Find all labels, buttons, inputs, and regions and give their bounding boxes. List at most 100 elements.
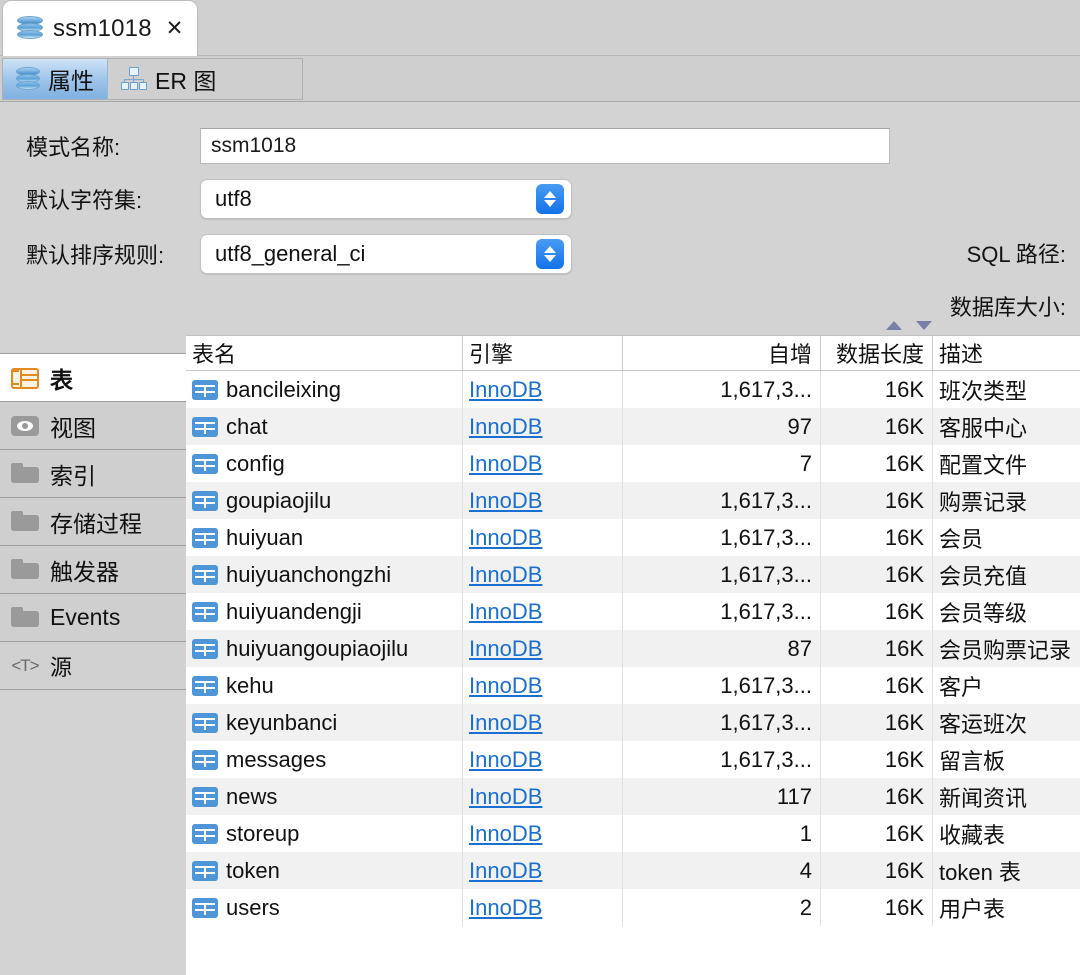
cell-engine: InnoDB	[462, 519, 622, 556]
table-row[interactable]: storeup InnoDB 1 16K 收藏表	[186, 815, 1080, 852]
sidebar-item-label: 源	[50, 654, 73, 680]
engine-link[interactable]: InnoDB	[469, 599, 542, 625]
cell-description: 留言板	[932, 741, 1080, 778]
cell-auto-increment: 1,617,3...	[622, 741, 820, 778]
cell-auto-increment: 117	[622, 778, 820, 815]
engine-link[interactable]: InnoDB	[469, 821, 542, 847]
sidebar-item-1[interactable]: 视图	[0, 402, 186, 450]
cell-engine: InnoDB	[462, 667, 622, 704]
cell-data-length: 16K	[820, 408, 932, 445]
app-window: ssm1018 ✕ 属性 ER 图 模式名称: ssm1018 默认字符集: u…	[0, 0, 1080, 975]
sidebar-item-0[interactable]: 表	[0, 354, 186, 402]
default-charset-value: utf8	[215, 186, 252, 211]
tab-er-diagram[interactable]: ER 图	[108, 59, 302, 99]
cell-description: 会员	[932, 519, 1080, 556]
table-icon	[192, 638, 218, 659]
cell-engine: InnoDB	[462, 815, 622, 852]
cell-engine: InnoDB	[462, 704, 622, 741]
engine-link[interactable]: InnoDB	[469, 562, 542, 588]
table-row[interactable]: bancileixing InnoDB 1,617,3... 16K 班次类型	[186, 371, 1080, 408]
table-row[interactable]: news InnoDB 117 16K 新闻资讯	[186, 778, 1080, 815]
cell-table-name: news	[186, 778, 462, 815]
column-header-auto-increment[interactable]: 自增	[622, 335, 820, 371]
cell-data-length: 16K	[820, 371, 932, 408]
document-tab-bar: ssm1018 ✕	[0, 0, 1080, 56]
table-name-text: config	[226, 450, 285, 476]
cell-auto-increment: 1,617,3...	[622, 371, 820, 408]
column-header-description[interactable]: 描述	[932, 335, 1080, 371]
default-collation-select[interactable]: utf8_general_ci	[200, 234, 572, 274]
tables-panel: 表名 引擎 自增 数据长度 描述 bancileixing InnoDB 1,617…	[186, 318, 1080, 975]
column-header-engine[interactable]: 引擎	[462, 335, 622, 371]
table-header-row: 表名 引擎 自增 数据长度 描述	[186, 335, 1080, 371]
engine-link[interactable]: InnoDB	[469, 747, 542, 773]
table-row[interactable]: config InnoDB 7 16K 配置文件	[186, 445, 1080, 482]
cell-table-name: users	[186, 889, 462, 926]
cell-data-length: 16K	[820, 593, 932, 630]
engine-link[interactable]: InnoDB	[469, 636, 542, 662]
engine-link[interactable]: InnoDB	[469, 525, 542, 551]
sidebar-item-3[interactable]: 存储过程	[0, 498, 186, 546]
engine-link[interactable]: InnoDB	[469, 414, 542, 440]
cell-engine: InnoDB	[462, 630, 622, 667]
engine-link[interactable]: InnoDB	[469, 488, 542, 514]
column-header-name[interactable]: 表名	[186, 336, 462, 371]
engine-link[interactable]: InnoDB	[469, 673, 542, 699]
table-row-filler	[186, 963, 1080, 975]
table-icon	[192, 527, 218, 548]
table-icon	[192, 601, 218, 622]
table-row[interactable]: huiyuandengji InnoDB 1,617,3... 16K 会员等级	[186, 593, 1080, 630]
table-row[interactable]: huiyuanchongzhi InnoDB 1,617,3... 16K 会员充值	[186, 556, 1080, 593]
table-row[interactable]: huiyuan InnoDB 1,617,3... 16K 会员	[186, 519, 1080, 556]
sort-descending-icon[interactable]	[916, 321, 932, 330]
cell-auto-increment: 97	[622, 408, 820, 445]
sidebar-item-6[interactable]: <T> 源	[0, 642, 186, 690]
table-row[interactable]: huiyuangoupiaojilu InnoDB 87 16K 会员购票记录	[186, 630, 1080, 667]
close-icon[interactable]: ✕	[166, 18, 184, 39]
table-row[interactable]: chat InnoDB 97 16K 客服中心	[186, 408, 1080, 445]
cell-table-name: huiyuandengji	[186, 593, 462, 630]
cell-engine: InnoDB	[462, 778, 622, 815]
table-row[interactable]: users InnoDB 2 16K 用户表	[186, 889, 1080, 926]
table-row[interactable]: token InnoDB 4 16K token 表	[186, 852, 1080, 889]
engine-link[interactable]: InnoDB	[469, 377, 542, 403]
engine-link[interactable]: InnoDB	[469, 784, 542, 810]
cell-data-length: 16K	[820, 852, 932, 889]
cell-table-name: huiyuan	[186, 519, 462, 556]
schema-name-input[interactable]: ssm1018	[200, 128, 890, 164]
table-row[interactable]: keyunbanci InnoDB 1,617,3... 16K 客运班次	[186, 704, 1080, 741]
sidebar-item-label: 视图	[50, 414, 96, 441]
engine-link[interactable]: InnoDB	[469, 858, 542, 884]
table-row[interactable]: messages InnoDB 1,617,3... 16K 留言板	[186, 741, 1080, 778]
cell-engine: InnoDB	[462, 445, 622, 482]
cell-engine: InnoDB	[462, 556, 622, 593]
tab-properties-label: 属性	[48, 68, 94, 94]
database-icon	[17, 15, 43, 42]
table-icon	[192, 453, 218, 474]
sidebar-item-4[interactable]: 触发器	[0, 546, 186, 594]
cell-description: 客户	[932, 667, 1080, 704]
sort-strip	[186, 318, 1080, 336]
engine-link[interactable]: InnoDB	[469, 895, 542, 921]
sort-ascending-icon[interactable]	[886, 321, 902, 330]
cell-description: 配置文件	[932, 445, 1080, 482]
form-row-schema-name: 模式名称: ssm1018	[0, 124, 1080, 168]
engine-link[interactable]: InnoDB	[469, 710, 542, 736]
cell-description: 收藏表	[932, 815, 1080, 852]
sidebar-item-2[interactable]: 索引	[0, 450, 186, 498]
cell-description: 客服中心	[932, 408, 1080, 445]
table-row[interactable]: kehu InnoDB 1,617,3... 16K 客户	[186, 667, 1080, 704]
chevron-updown-icon[interactable]	[536, 239, 564, 269]
document-tab-ssm1018[interactable]: ssm1018 ✕	[2, 0, 199, 56]
cell-data-length: 16K	[820, 630, 932, 667]
default-charset-select[interactable]: utf8	[200, 179, 572, 219]
column-header-data-length[interactable]: 数据长度	[820, 335, 932, 371]
tab-properties[interactable]: 属性	[3, 59, 108, 99]
cell-table-name: bancileixing	[186, 371, 462, 408]
eye-icon	[11, 415, 39, 437]
engine-link[interactable]: InnoDB	[469, 451, 542, 477]
sidebar-item-label: Events	[50, 604, 121, 630]
table-row[interactable]: goupiaojilu InnoDB 1,617,3... 16K 购票记录	[186, 482, 1080, 519]
sidebar-item-5[interactable]: Events	[0, 594, 186, 642]
chevron-updown-icon[interactable]	[536, 184, 564, 214]
